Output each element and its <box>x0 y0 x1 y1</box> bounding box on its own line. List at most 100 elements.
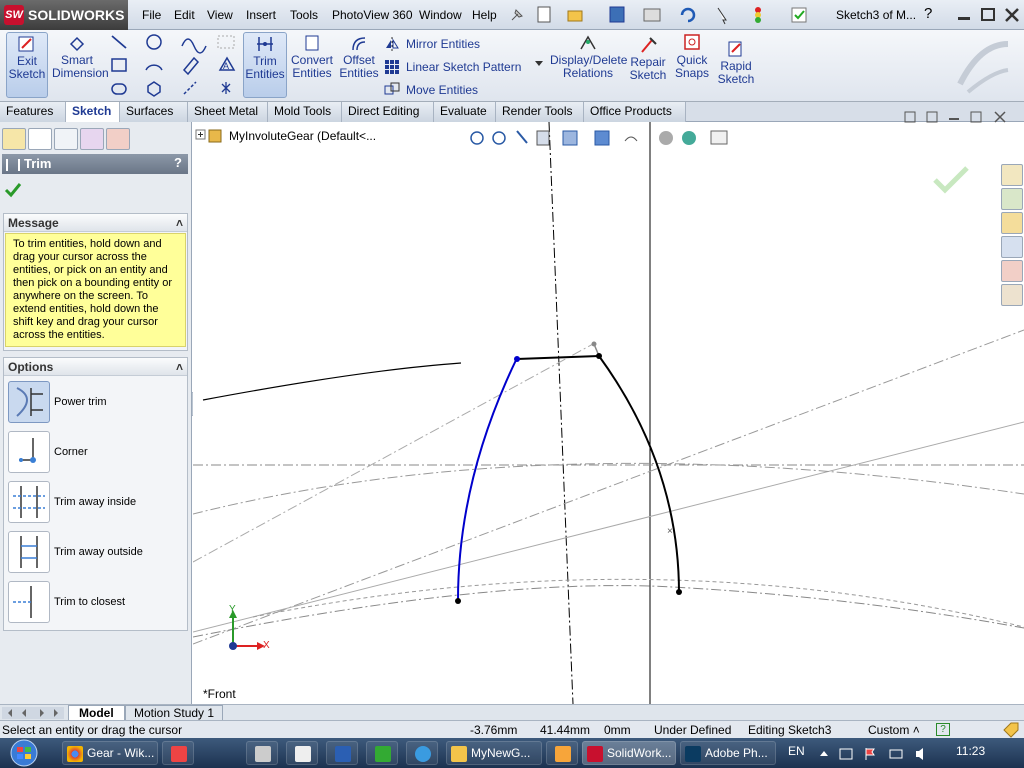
tab-direct-editing[interactable]: Direct Editing <box>342 102 434 122</box>
move-entities-button[interactable]: Move Entities <box>384 82 478 98</box>
pin-icon[interactable] <box>508 6 526 24</box>
ok-check-icon[interactable] <box>4 182 22 198</box>
sketch-entities-grid[interactable]: A <box>108 32 240 100</box>
quick-snaps-button[interactable]: Quick Snaps <box>672 34 712 98</box>
menu-view[interactable]: View <box>207 8 233 22</box>
taskbar-gmail[interactable] <box>162 741 194 765</box>
help-icon[interactable]: ? <box>174 155 182 170</box>
convert-entities-button[interactable]: Convert Entities <box>290 34 334 96</box>
tab-model[interactable]: Model <box>68 705 125 721</box>
tab-office-products[interactable]: Office Products <box>584 102 686 122</box>
option-trim-to-closest[interactable]: Trim to closest <box>8 580 125 624</box>
endpoint[interactable] <box>676 589 682 595</box>
message-header[interactable]: Message ˄ <box>4 214 187 232</box>
custom-properties-icon[interactable] <box>1001 284 1023 306</box>
endpoint[interactable] <box>596 353 602 359</box>
sketch-canvas[interactable]: × <box>193 122 1024 704</box>
involute-curve-left[interactable] <box>457 357 518 601</box>
root-circle[interactable] <box>252 578 1024 628</box>
tree-expand-icon[interactable] <box>195 129 225 143</box>
tab-render-tools[interactable]: Render Tools <box>496 102 584 122</box>
options-header[interactable]: Options ˄ <box>4 358 187 376</box>
menu-help[interactable]: Help <box>472 8 497 22</box>
smart-dimension-button[interactable]: Smart Dimension <box>52 34 109 96</box>
appearances-icon[interactable] <box>1001 260 1023 282</box>
window-controls[interactable] <box>956 7 1022 23</box>
tab-sketch[interactable]: Sketch <box>66 102 120 122</box>
taskbar-app2[interactable] <box>286 741 318 765</box>
linear-pattern-button[interactable]: Linear Sketch Pattern <box>384 59 521 75</box>
sketch-arc[interactable] <box>202 362 462 401</box>
menu-edit[interactable]: Edit <box>174 8 195 22</box>
feature-manager-tab-icon[interactable] <box>2 128 26 150</box>
model-tree-label[interactable]: MyInvoluteGear (Default<... <box>229 129 376 143</box>
construction-line-diagonal-2[interactable] <box>193 343 594 563</box>
units-selector[interactable]: Custom ˄ <box>868 723 920 737</box>
taskbar-photoshop[interactable]: Adobe Ph... <box>680 741 776 765</box>
taskbar-explorer[interactable]: MyNewG... <box>446 741 542 765</box>
design-library-icon[interactable] <box>1001 188 1023 210</box>
system-tray-icons[interactable] <box>818 746 938 762</box>
construction-line-vertical[interactable] <box>548 122 574 704</box>
property-manager-tab-icon[interactable] <box>28 128 52 150</box>
trim-entities-button[interactable]: Trim Entities <box>243 32 287 98</box>
home-icon[interactable] <box>1001 164 1023 186</box>
windows-start-icon[interactable] <box>4 739 44 767</box>
endpoint[interactable] <box>455 598 461 604</box>
taskbar-app[interactable] <box>246 741 278 765</box>
collapse-icon[interactable]: ˄ <box>176 216 183 230</box>
tip-line[interactable] <box>516 355 600 360</box>
option-trim-away-outside[interactable]: Trim away outside <box>8 530 143 574</box>
rapid-sketch-button[interactable]: Rapid Sketch <box>716 40 756 96</box>
file-explorer-icon[interactable] <box>1001 212 1023 234</box>
solidworks-logo[interactable]: SW SOLIDWORKS <box>0 0 128 30</box>
menu-insert[interactable]: Insert <box>246 8 276 22</box>
display-delete-relations-button[interactable]: Display/Delete Relations <box>550 34 627 96</box>
heads-up-toolbar[interactable] <box>467 127 747 149</box>
graphics-area[interactable]: × MyInvoluteGear (Default<... Y X *Front <box>193 111 1024 704</box>
endpoint[interactable] <box>514 356 520 362</box>
involute-curve-right[interactable] <box>598 355 680 594</box>
chevron-down-icon[interactable] <box>535 61 543 67</box>
dimxpert-tab-icon[interactable] <box>80 128 104 150</box>
language-indicator[interactable]: EN <box>788 744 805 758</box>
collapse-icon[interactable]: ˄ <box>176 360 183 374</box>
help-status-icon[interactable]: ? <box>936 723 950 736</box>
offset-entities-button[interactable]: Offset Entities <box>338 34 380 96</box>
tab-evaluate[interactable]: Evaluate <box>434 102 496 122</box>
menu-window[interactable]: Window <box>419 8 462 22</box>
confirmation-corner-check-icon[interactable] <box>931 164 971 196</box>
option-power-trim[interactable]: Power trim <box>8 380 107 424</box>
menu-photoview[interactable]: PhotoView 360 <box>332 8 413 22</box>
reference-line[interactable] <box>193 421 1024 633</box>
taskbar-app3[interactable] <box>366 741 398 765</box>
addendum-circle[interactable] <box>193 462 1024 515</box>
standard-toolbar[interactable] <box>536 5 836 25</box>
tab-scroll-icon[interactable] <box>2 707 64 719</box>
help-button[interactable]: ? <box>924 5 932 22</box>
tab-sheet-metal[interactable]: Sheet Metal <box>188 102 268 122</box>
taskbar-chrome[interactable]: Gear - Wik... <box>62 741 158 765</box>
tab-features[interactable]: Features <box>0 102 66 122</box>
taskbar-word[interactable] <box>326 741 358 765</box>
tag-icon[interactable] <box>1002 722 1020 738</box>
option-corner[interactable]: Corner <box>8 430 88 474</box>
option-trim-away-inside[interactable]: Trim away inside <box>8 480 136 524</box>
taskbar-solidworks[interactable]: SolidWork... <box>582 741 676 765</box>
tab-mold-tools[interactable]: Mold Tools <box>268 102 342 122</box>
construction-line-diagonal[interactable] <box>193 329 1024 645</box>
repair-sketch-button[interactable]: Repair Sketch <box>628 36 668 96</box>
base-circle[interactable] <box>193 585 1024 638</box>
viewport-window-controls[interactable] <box>903 110 1017 128</box>
menu-tools[interactable]: Tools <box>290 8 318 22</box>
display-manager-tab-icon[interactable] <box>106 128 130 150</box>
taskbar-media[interactable] <box>546 741 578 765</box>
tab-motion-study[interactable]: Motion Study 1 <box>125 705 224 721</box>
taskbar-ie[interactable] <box>406 741 438 765</box>
configuration-manager-tab-icon[interactable] <box>54 128 78 150</box>
mirror-entities-button[interactable]: Mirror Entities <box>384 36 480 52</box>
view-palette-icon[interactable] <box>1001 236 1023 258</box>
exit-sketch-button[interactable]: Exit Sketch <box>6 32 48 98</box>
sketch-point[interactable] <box>591 341 597 347</box>
tab-surfaces[interactable]: Surfaces <box>120 102 188 122</box>
